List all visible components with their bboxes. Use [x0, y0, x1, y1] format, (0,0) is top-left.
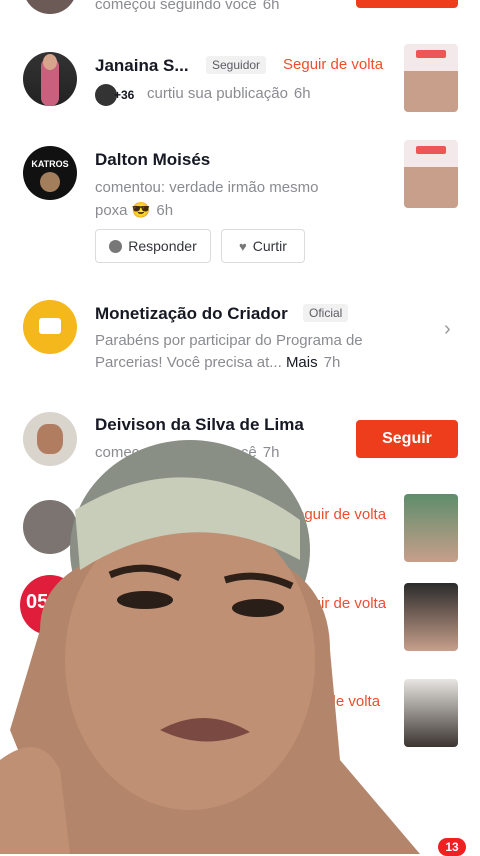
avatar-logo-text: KATROS — [31, 159, 69, 169]
avatar[interactable] — [23, 52, 77, 106]
timestamp: 6h — [293, 85, 311, 102]
post-thumbnail[interactable] — [404, 140, 458, 208]
user-name[interactable]: Janaina S... — [95, 56, 189, 76]
comment-icon — [109, 239, 123, 253]
avatar[interactable]: KATROS — [23, 146, 77, 200]
like-label: Curtir — [252, 238, 287, 254]
reply-label: Responder — [128, 238, 197, 254]
plus-count: +36 — [114, 88, 135, 102]
chevron-right-icon[interactable]: › — [444, 318, 451, 341]
like-button[interactable]: ♥ Curtir — [221, 229, 305, 263]
video-overlay-face[interactable] — [0, 430, 420, 854]
notification-row-creator-monetization[interactable]: Monetização do Criador Oficial Parabéns … — [0, 290, 480, 380]
avatar[interactable] — [23, 300, 77, 354]
follow-back-button[interactable]: Seguir de volta — [283, 56, 383, 73]
notification-row-0[interactable]: começou seguindo você 6h — [0, 0, 480, 20]
comment-line-2: poxa 😎 — [95, 202, 151, 219]
official-badge: Oficial — [303, 304, 349, 322]
avatar[interactable] — [23, 0, 77, 14]
heart-icon: ♥ — [239, 238, 247, 254]
timestamp: 6h — [262, 0, 280, 13]
timestamp: 7h — [323, 354, 341, 371]
timestamp: 6h — [156, 202, 174, 219]
notification-row-dalton[interactable]: KATROS Dalton Moisés comentou: verdade i… — [0, 140, 480, 280]
follow-button[interactable] — [356, 0, 458, 8]
comment-line-1: comentou: verdade irmão mesmo — [95, 179, 319, 196]
message-line-1: Parabéns por participar do Programa de — [95, 332, 363, 349]
more-link[interactable]: Mais — [286, 354, 318, 371]
message-line-2: Parcerias! Você precisa at... — [95, 354, 282, 371]
row-text: começou seguindo você — [95, 0, 257, 13]
user-name[interactable]: Dalton Moisés — [95, 150, 210, 170]
notification-row-janaina[interactable]: Janaina S... Seguidor Seguir de volta +3… — [0, 40, 480, 120]
follower-badge: Seguidor — [206, 56, 267, 74]
notification-count-badge[interactable]: 13 — [438, 838, 466, 856]
post-thumbnail[interactable] — [404, 44, 458, 112]
reply-button[interactable]: Responder — [95, 229, 211, 263]
account-name[interactable]: Monetização do Criador — [95, 304, 288, 324]
row-text: curtiu sua publicação — [147, 85, 288, 102]
wallet-icon — [39, 318, 61, 334]
